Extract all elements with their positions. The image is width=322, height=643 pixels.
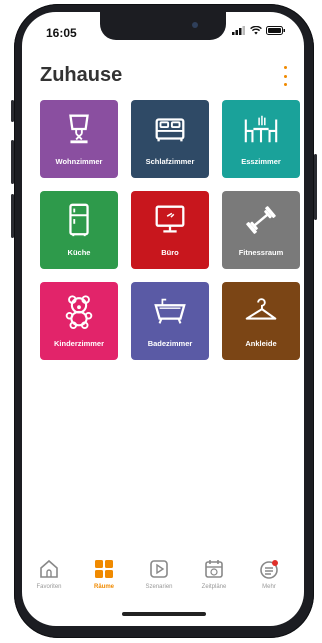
power-button	[314, 154, 317, 220]
room-tile-badezimmer[interactable]: Badezimmer	[131, 282, 209, 360]
bed-icon	[155, 118, 185, 142]
tab-label: Räume	[93, 584, 114, 590]
room-label: Fitnessraum	[238, 248, 284, 257]
room-label: Ankleide	[245, 339, 277, 348]
dumbbell-icon	[246, 206, 276, 234]
room-tile-schlafzimmer[interactable]: Schlafzimmer	[131, 100, 209, 178]
home-icon	[40, 559, 58, 578]
hanger-icon	[245, 298, 277, 320]
fridge-icon	[69, 203, 89, 237]
tab-label: Szenarien	[145, 584, 173, 590]
room-label: Esszimmer	[241, 157, 281, 166]
notch	[100, 12, 226, 40]
room-label: Kinderzimmer	[53, 339, 104, 348]
status-icons	[232, 26, 286, 35]
rooms-icon	[95, 560, 113, 578]
play-icon	[150, 560, 168, 578]
wifi-icon	[250, 26, 262, 35]
tab-label: Mehr	[262, 584, 276, 590]
volume-up-button	[11, 140, 14, 184]
camera-dot	[192, 22, 198, 28]
monitor-icon	[155, 205, 185, 233]
page-title: Zuhause	[40, 64, 123, 86]
volume-down-button	[11, 194, 14, 238]
room-tile-ankleide[interactable]: Ankleide	[222, 282, 300, 360]
room-label: Schlafzimmer	[145, 157, 195, 166]
screen: 16:05 Zuhause Wohnzimmer Schlafzimmer Es…	[22, 12, 304, 626]
calendar-icon	[205, 560, 223, 578]
tab-zeitplaene[interactable]: Zeitpläne	[189, 558, 239, 590]
room-label: Büro	[161, 248, 179, 257]
more-options-icon[interactable]	[280, 66, 290, 86]
status-time: 16:05	[46, 26, 77, 40]
dining-icon	[244, 115, 278, 143]
tab-label: Zeitpläne	[201, 584, 227, 590]
room-label: Wohnzimmer	[55, 157, 103, 166]
tab-raeume[interactable]: Räume	[79, 558, 129, 590]
room-tile-esszimmer[interactable]: Esszimmer	[222, 100, 300, 178]
tab-mehr[interactable]: Mehr	[244, 558, 294, 590]
tab-label: Favoriten	[36, 584, 62, 590]
more-icon	[260, 560, 278, 579]
battery-icon	[266, 26, 285, 35]
room-tile-wohnzimmer[interactable]: Wohnzimmer	[40, 100, 118, 178]
teddy-icon	[65, 295, 93, 330]
bottom-tab-bar: Favoriten Räume Szenarien Zeitpläne Mehr	[22, 558, 304, 608]
signal-icon	[232, 26, 245, 35]
room-tile-fitnessraum[interactable]: Fitnessraum	[222, 191, 300, 269]
bathtub-icon	[154, 298, 186, 324]
room-tile-kinderzimmer[interactable]: Kinderzimmer	[40, 282, 118, 360]
lamp-icon	[69, 114, 89, 144]
tab-favoriten[interactable]: Favoriten	[24, 558, 74, 590]
room-label: Küche	[67, 248, 91, 257]
tab-szenarien[interactable]: Szenarien	[134, 558, 184, 590]
room-tile-kueche[interactable]: Küche	[40, 191, 118, 269]
home-indicator[interactable]	[122, 612, 206, 616]
room-label: Badezimmer	[147, 339, 193, 348]
room-tile-buero[interactable]: Büro	[131, 191, 209, 269]
mute-switch	[11, 100, 14, 122]
